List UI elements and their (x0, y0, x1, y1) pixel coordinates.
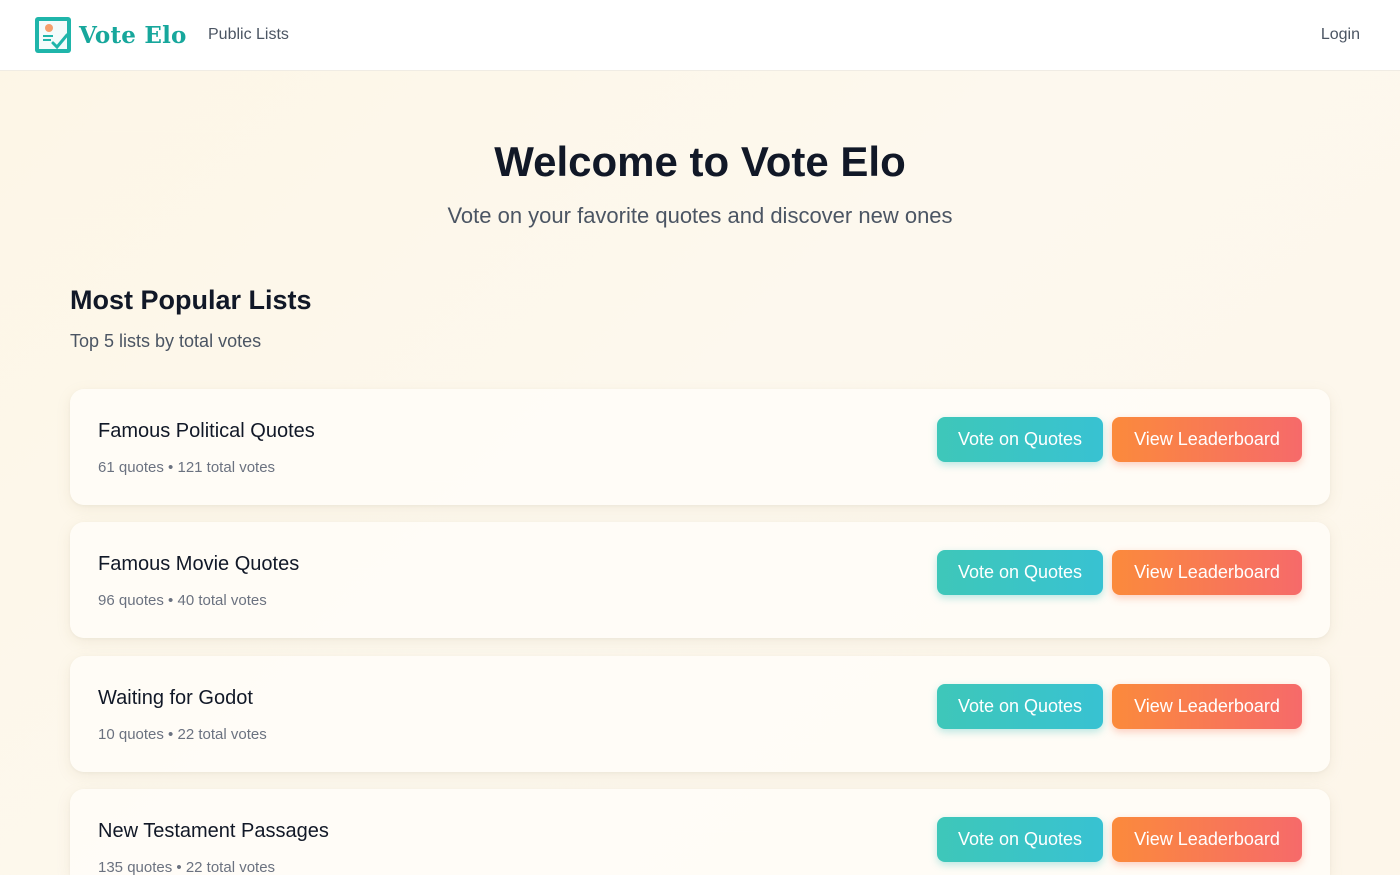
list-title: Waiting for Godot (98, 687, 253, 709)
hero-title: Welcome to Vote Elo (494, 138, 906, 185)
section-title: Most Popular Lists (70, 285, 312, 315)
list-title: New Testament Passages (98, 820, 329, 842)
brand-name: Vote Elo (79, 21, 187, 49)
brand-logo-link[interactable]: Vote Elo (35, 17, 187, 53)
view-leaderboard-button[interactable]: View Leaderboard (1112, 684, 1302, 729)
list-meta: 96 quotes • 40 total votes (98, 592, 267, 609)
top-navbar: Vote Elo Public Lists Login (0, 0, 1400, 71)
vote-on-quotes-button[interactable]: Vote on Quotes (937, 684, 1103, 729)
view-leaderboard-button[interactable]: View Leaderboard (1112, 817, 1302, 862)
section-subtitle: Top 5 lists by total votes (70, 331, 262, 351)
ballot-box-icon (35, 17, 71, 53)
list-card-famous-political-quotes: Famous Political Quotes 61 quotes • 121 … (70, 389, 1330, 505)
vote-on-quotes-button[interactable]: Vote on Quotes (937, 417, 1103, 462)
list-card-new-testament-passages: New Testament Passages 135 quotes • 22 t… (70, 789, 1330, 875)
list-meta: 135 quotes • 22 total votes (98, 859, 276, 875)
list-title: Famous Movie Quotes (98, 553, 300, 575)
view-leaderboard-button[interactable]: View Leaderboard (1112, 550, 1302, 595)
list-meta: 61 quotes • 121 total votes (98, 459, 276, 476)
list-card-waiting-for-godot: Waiting for Godot 10 quotes • 22 total v… (70, 656, 1330, 772)
login-link[interactable]: Login (1321, 26, 1360, 44)
vote-on-quotes-button[interactable]: Vote on Quotes (937, 817, 1103, 862)
list-meta: 10 quotes • 22 total votes (98, 726, 267, 743)
nav-public-lists-link[interactable]: Public Lists (208, 26, 289, 44)
view-leaderboard-button[interactable]: View Leaderboard (1112, 417, 1302, 462)
vote-on-quotes-button[interactable]: Vote on Quotes (937, 550, 1103, 595)
list-title: Famous Political Quotes (98, 420, 315, 442)
list-card-famous-movie-quotes: Famous Movie Quotes 96 quotes • 40 total… (70, 522, 1330, 638)
hero-subtitle: Vote on your favorite quotes and discove… (447, 203, 953, 228)
